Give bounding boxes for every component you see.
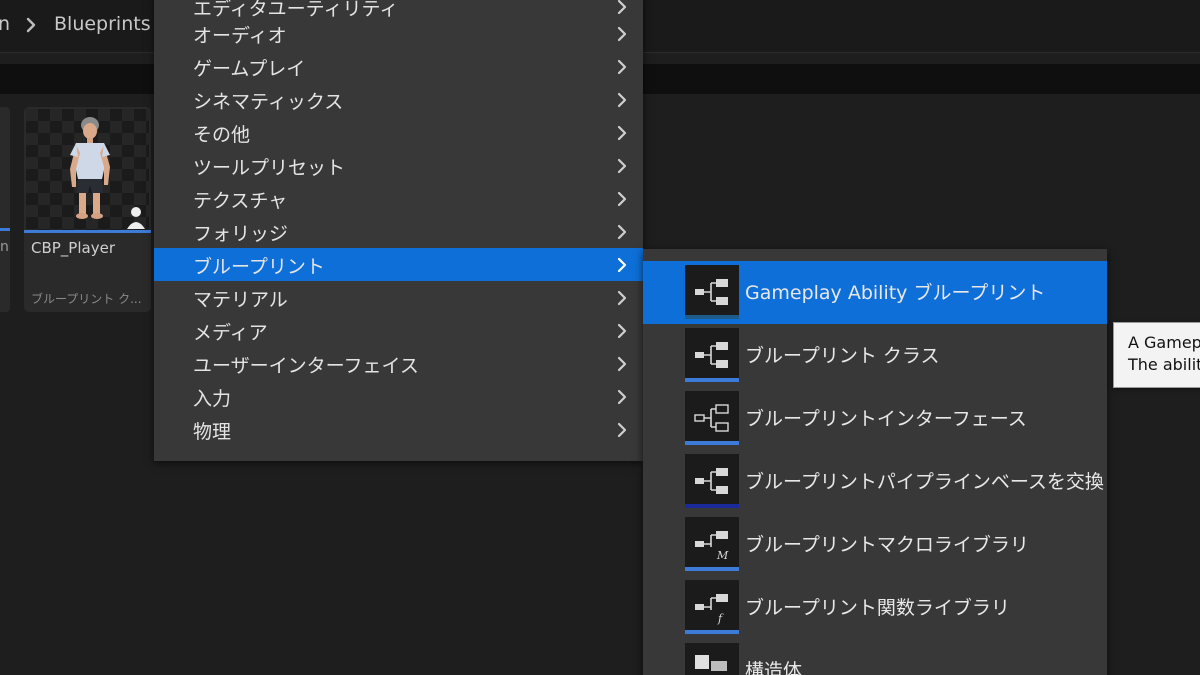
chevron-right-icon xyxy=(617,290,627,306)
chevron-right-icon xyxy=(617,422,627,438)
chevron-right-icon xyxy=(617,356,627,372)
asset-name-partial: n xyxy=(0,239,9,255)
submenu-item-label: ブループリントパイプラインベースを交換 xyxy=(745,471,1104,493)
context-menu: エディタユーティリティ オーディオ ゲームプレイ シネマティックス その他 ツー… xyxy=(154,0,643,461)
tooltip: A Gameplay Ability Blueprint The ability xyxy=(1113,322,1200,388)
menu-item-label: ツールプリセット xyxy=(193,157,346,179)
submenu-item-blueprint-function-library[interactable]: f ブループリント関数ライブラリ xyxy=(643,576,1107,639)
menu-item-label: 物理 xyxy=(193,421,232,443)
asset-type-bar xyxy=(685,315,739,319)
menu-item-label: ユーザーインターフェイス xyxy=(193,355,419,377)
submenu-item-struct[interactable]: 構造体 xyxy=(643,639,1107,675)
tooltip-line-2: The ability xyxy=(1128,355,1200,374)
menu-item-input[interactable]: 入力 xyxy=(154,380,643,413)
asset-type-bar xyxy=(685,441,739,445)
tooltip-line-1: A Gameplay Ability Blueprint xyxy=(1128,333,1200,352)
asset-type-bar xyxy=(685,630,739,634)
asset-type-bar xyxy=(685,567,739,571)
menu-item-label: シネマティックス xyxy=(193,91,344,113)
chevron-right-icon xyxy=(26,17,36,33)
menu-item-label: ブループリント xyxy=(193,256,325,278)
blueprint-macro-icon: M xyxy=(685,517,739,571)
menu-item-label: フォリッジ xyxy=(193,223,289,245)
struct-icon xyxy=(685,643,739,675)
asset-card-cbp-player[interactable]: CBP_Player ブループリント ク... xyxy=(24,107,151,312)
chevron-right-icon xyxy=(617,191,627,207)
menu-item-material[interactable]: マテリアル xyxy=(154,281,643,314)
chevron-right-icon xyxy=(617,92,627,108)
asset-type-bar xyxy=(685,504,739,508)
asset-type-bar xyxy=(685,378,739,382)
chevron-right-icon xyxy=(617,158,627,174)
menu-item-label: メディア xyxy=(193,322,268,344)
blueprint-interface-icon xyxy=(685,391,739,445)
svg-text:f: f xyxy=(717,612,724,625)
menu-item-user-interface[interactable]: ユーザーインターフェイス xyxy=(154,347,643,380)
submenu-item-label: ブループリントマクロライブラリ xyxy=(745,534,1029,556)
asset-card-partial[interactable]: n xyxy=(0,107,10,312)
menu-item-textures[interactable]: テクスチャ xyxy=(154,182,643,215)
blueprint-function-icon: f xyxy=(685,580,739,634)
chevron-right-icon xyxy=(617,59,627,75)
chevron-right-icon xyxy=(617,224,627,240)
blueprint-node-icon xyxy=(685,328,739,382)
character-figure-icon xyxy=(70,117,145,229)
breadcrumb-item-blueprints[interactable]: Blueprints xyxy=(54,13,151,35)
menu-item-label: テクスチャ xyxy=(193,190,288,212)
submenu-item-label: ブループリント関数ライブラリ xyxy=(745,597,1010,619)
menu-item-label: 入力 xyxy=(193,388,232,410)
submenu-item-label: 構造体 xyxy=(745,660,803,675)
submenu-item-label: ブループリント クラス xyxy=(745,345,940,367)
svg-text:M: M xyxy=(716,549,729,562)
chevron-right-icon xyxy=(617,0,627,15)
chevron-right-icon xyxy=(617,389,627,405)
chevron-right-icon xyxy=(617,257,627,273)
submenu-item-label: ブループリントインターフェース xyxy=(745,408,1027,430)
submenu-item-blueprint-macro-library[interactable]: M ブループリントマクロライブラリ xyxy=(643,513,1107,576)
menu-item-blueprint[interactable]: ブループリント xyxy=(154,248,643,281)
chevron-right-icon xyxy=(617,26,627,42)
menu-item-foliage[interactable]: フォリッジ xyxy=(154,215,643,248)
editor-window: n Blueprints n CBP_Player ブループリント ク... エ… xyxy=(0,0,1200,675)
submenu-item-label: Gameplay Ability ブループリント xyxy=(745,282,1046,304)
blueprint-submenu: Gameplay Ability ブループリント ブループリント クラス ブルー… xyxy=(643,249,1107,675)
menu-item-cinematics[interactable]: シネマティックス xyxy=(154,83,643,116)
asset-type-bar xyxy=(24,230,151,233)
menu-item-label: ゲームプレイ xyxy=(193,58,306,80)
breadcrumb-item-partial[interactable]: n xyxy=(0,13,10,35)
menu-item-other[interactable]: その他 xyxy=(154,116,643,149)
menu-item-label: オーディオ xyxy=(193,25,287,47)
chevron-right-icon xyxy=(617,323,627,339)
menu-item-label: その他 xyxy=(193,124,251,146)
menu-item-tool-presets[interactable]: ツールプリセット xyxy=(154,149,643,182)
submenu-item-gameplay-ability-blueprint[interactable]: Gameplay Ability ブループリント xyxy=(643,261,1107,324)
submenu-item-blueprint-interface[interactable]: ブループリントインターフェース xyxy=(643,387,1107,450)
menu-item-physics[interactable]: 物理 xyxy=(154,413,643,446)
chevron-right-icon xyxy=(617,125,627,141)
menu-item-label: マテリアル xyxy=(193,289,288,311)
menu-item-gameplay[interactable]: ゲームプレイ xyxy=(154,50,643,83)
asset-thumbnail xyxy=(26,109,149,230)
asset-type-label: ブループリント ク... xyxy=(31,292,142,306)
asset-type-bar xyxy=(0,228,10,231)
menu-item-media[interactable]: メディア xyxy=(154,314,643,347)
submenu-item-blueprint-class[interactable]: ブループリント クラス xyxy=(643,324,1107,387)
submenu-item-blueprint-pipeline[interactable]: ブループリントパイプラインベースを交換 xyxy=(643,450,1107,513)
asset-name: CBP_Player xyxy=(31,239,115,257)
blueprint-node-icon xyxy=(685,454,739,508)
blueprint-node-icon xyxy=(685,265,739,319)
menu-item-audio[interactable]: オーディオ xyxy=(154,17,643,50)
